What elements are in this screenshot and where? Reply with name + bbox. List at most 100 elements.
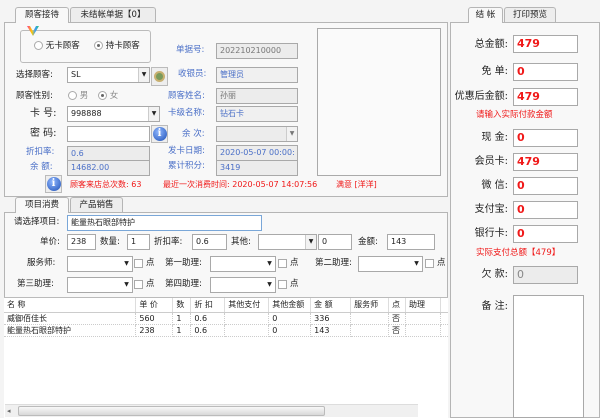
cell-price: 238 <box>135 324 174 337</box>
assistant1-point-checkbox[interactable] <box>278 259 287 268</box>
total-label: 总金额: <box>474 39 508 50</box>
staff-combo[interactable]: ▼ <box>67 256 133 272</box>
column-header-other-amount[interactable]: 其他金额 <box>268 298 312 313</box>
column-header-point[interactable]: 点 <box>388 298 407 313</box>
cash-label: 现 金: <box>481 132 508 143</box>
tab-item-consumption[interactable]: 项目消费 <box>15 197 69 213</box>
column-header-more[interactable] <box>440 298 448 313</box>
avatar-icon <box>154 71 165 82</box>
other-amount-input[interactable]: 0 <box>318 234 352 250</box>
assistant1-combo[interactable]: ▼ <box>210 256 276 272</box>
cell-other-amount: 0 <box>268 324 312 337</box>
cash-input[interactable]: 0 <box>513 129 578 147</box>
debt-label: 欠 款: <box>481 269 508 280</box>
staff-point-checkbox[interactable] <box>134 259 143 268</box>
cell-more <box>440 324 448 337</box>
chevron-down-icon[interactable]: ▼ <box>138 68 149 82</box>
password-input[interactable] <box>67 126 150 142</box>
member-card-input[interactable]: 479 <box>513 153 578 171</box>
horizontal-scrollbar[interactable]: ◂ <box>5 404 418 417</box>
other-label: 其他: <box>231 237 251 247</box>
visit-info-button[interactable]: i <box>45 175 62 193</box>
info-button[interactable]: i <box>151 125 168 143</box>
cell-point: 否 <box>388 312 407 325</box>
remaining-times-label: 余 次: <box>182 129 205 139</box>
gender-male[interactable]: 男 <box>68 89 88 104</box>
cell-name: 能量热石眼部特护 <box>4 324 137 337</box>
point-label: 点 <box>437 258 446 268</box>
points-field: 3419 <box>216 160 298 176</box>
tab-customer-reception[interactable]: 顾客接待 <box>15 7 69 23</box>
cell-staff <box>350 312 390 325</box>
remaining-times-combo[interactable]: ▼ <box>216 126 298 142</box>
wechat-label: 微 信: <box>481 180 508 191</box>
assistant2-combo[interactable]: ▼ <box>358 256 423 272</box>
qty-label: 数量: <box>100 237 120 247</box>
assistant4-combo[interactable]: ▼ <box>210 277 276 293</box>
satisfaction-text: 满意 [洋洋] <box>336 180 377 189</box>
scrollbar-thumb[interactable] <box>18 406 325 416</box>
column-header-discount[interactable]: 折 扣 <box>190 298 226 313</box>
remark-textarea[interactable] <box>513 295 584 418</box>
column-header-name[interactable]: 名 称 <box>4 298 137 313</box>
cell-amount: 336 <box>310 312 352 325</box>
free-label: 免 单: <box>481 66 508 77</box>
column-header-assistant[interactable]: 助理 <box>405 298 441 313</box>
issue-date-field: 2020-05-07 00:00: <box>216 145 298 161</box>
select-customer-combo[interactable]: SL ▼ <box>67 67 150 83</box>
password-label: 密 码: <box>30 128 57 139</box>
amount-input[interactable]: 143 <box>387 234 435 250</box>
tab-print-preview[interactable]: 打印预览 <box>504 7 556 22</box>
customer-photo-button[interactable] <box>151 67 168 86</box>
select-customer-value: SL <box>71 70 81 79</box>
radio-card[interactable]: 持卡顾客 <box>94 39 140 54</box>
column-header-other-payment[interactable]: 其他支付 <box>224 298 270 313</box>
tab-product-sales[interactable]: 产品销售 <box>70 197 123 212</box>
qty-input[interactable]: 1 <box>127 234 150 250</box>
cell-other-payment <box>224 312 270 325</box>
wechat-input[interactable]: 0 <box>513 177 578 195</box>
chevron-down-icon[interactable]: ▼ <box>264 257 275 271</box>
assistant3-point-checkbox[interactable] <box>134 280 143 289</box>
chevron-down-icon[interactable]: ▼ <box>264 278 275 292</box>
select-item-input[interactable]: 能量热石眼部特护 <box>67 215 262 231</box>
other-payment-combo[interactable]: ▼ <box>258 234 317 250</box>
column-header-price[interactable]: 单 价 <box>135 298 174 313</box>
table-row[interactable]: 能量热石眼部特护 238 1 0.6 0 143 否 <box>4 324 448 337</box>
radio-no-card-label: 无卡顾客 <box>45 41 80 51</box>
item-discount-input[interactable]: 0.6 <box>192 234 227 250</box>
assistant3-combo[interactable]: ▼ <box>67 277 133 293</box>
table-row[interactable]: 威御佰佳长 560 1 0.6 0 336 否 <box>4 312 448 325</box>
point-label: 点 <box>290 258 299 268</box>
points-label: 累计积分: <box>168 161 205 171</box>
column-header-amount[interactable]: 金 额 <box>310 298 352 313</box>
alipay-label: 支付宝: <box>474 204 508 215</box>
point-label: 点 <box>146 279 155 289</box>
gender-male-label: 男 <box>79 91 89 101</box>
tab-checkout[interactable]: 结 帐 <box>468 7 503 23</box>
assistant3-label: 第三助理: <box>17 279 54 289</box>
column-header-staff[interactable]: 服务师 <box>350 298 390 313</box>
column-header-qty[interactable]: 数 <box>172 298 192 313</box>
assistant4-point-checkbox[interactable] <box>278 280 287 289</box>
chevron-down-icon[interactable]: ▼ <box>305 235 316 249</box>
chevron-down-icon[interactable]: ▼ <box>411 257 422 271</box>
alipay-input[interactable]: 0 <box>513 201 578 219</box>
chevron-down-icon[interactable]: ▼ <box>286 127 297 141</box>
chevron-down-icon[interactable]: ▼ <box>148 107 159 121</box>
cell-other-payment <box>224 324 270 337</box>
chevron-down-icon[interactable]: ▼ <box>121 257 132 271</box>
chevron-down-icon[interactable]: ▼ <box>121 278 132 292</box>
cell-point: 否 <box>388 324 407 337</box>
price-input[interactable]: 238 <box>67 234 96 250</box>
gender-female[interactable]: 女 <box>98 89 118 104</box>
scroll-left-icon[interactable]: ◂ <box>7 407 11 415</box>
info-icon: i <box>46 177 61 191</box>
assistant2-point-checkbox[interactable] <box>425 259 434 268</box>
free-input[interactable]: 0 <box>513 63 578 81</box>
card-no-combo[interactable]: 998888 ▼ <box>67 106 160 122</box>
bank-card-input[interactable]: 0 <box>513 225 578 243</box>
radio-no-card[interactable]: 无卡顾客 <box>34 39 80 54</box>
tab-unsettled-bills[interactable]: 未结帐单据【0】 <box>70 7 156 22</box>
bill-no-field: 202210210000 <box>216 43 298 59</box>
